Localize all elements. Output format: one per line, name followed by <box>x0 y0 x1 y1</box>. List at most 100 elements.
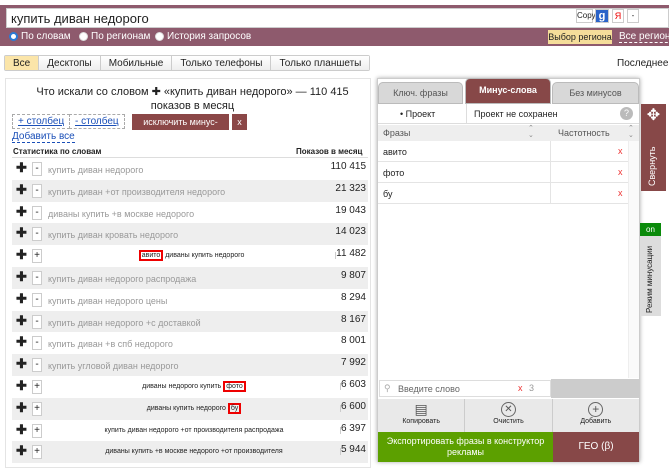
tab-tablets[interactable]: Только планшеты <box>271 56 370 70</box>
all-regions-link[interactable]: Все регионы <box>619 31 669 43</box>
minus-toggle-button[interactable]: - <box>32 227 42 242</box>
yandex-button[interactable]: Я <box>612 9 624 23</box>
column-frequency[interactable]: Частотность <box>558 128 610 138</box>
add-phrase-icon[interactable]: ✚ <box>16 183 28 196</box>
minus-mode-toggle[interactable]: on <box>640 223 661 236</box>
radio-by-words[interactable]: По словам <box>9 31 71 42</box>
plus-toggle-button[interactable]: + <box>32 380 42 394</box>
export-phrases-button[interactable]: Экспортировать фразы в конструктор рекла… <box>378 432 553 462</box>
table-row: ✚ - купить диван +от производителя недорог… <box>12 179 368 202</box>
geo-button[interactable]: ГЕО (β) <box>553 432 639 462</box>
minus-word-highlight: бу <box>227 402 242 414</box>
minus-toggle-button[interactable]: - <box>32 162 42 176</box>
tab-key-phrases[interactable]: Ключ. фразы <box>378 82 463 104</box>
sort-icon[interactable]: ⌃ ⌄ <box>628 125 634 139</box>
column-phrases[interactable]: Фразы <box>383 128 410 138</box>
plus-toggle-button[interactable]: + <box>32 445 42 460</box>
minus-word[interactable]: авито <box>383 147 407 157</box>
add-phrase-icon[interactable]: ✚ <box>16 335 28 348</box>
minus-toggle-button[interactable]: - <box>32 271 42 285</box>
phrase-text[interactable]: диваны купить +в москве недорого +от про… <box>48 448 341 456</box>
plus-toggle-button[interactable]: + <box>32 423 42 438</box>
add-phrase-icon[interactable]: ✚ <box>16 423 28 436</box>
sort-icon[interactable]: ⌃ ⌄ <box>528 125 534 139</box>
add-circle-icon: + <box>588 402 604 417</box>
minus-toggle-button[interactable]: - <box>32 336 42 351</box>
phrase-text[interactable]: купить угловой диван недорого <box>48 361 341 371</box>
tab-phones[interactable]: Только телефоны <box>172 56 272 70</box>
add-phrase-icon[interactable]: ✚ <box>16 379 28 392</box>
add-phrase-icon[interactable]: ✚ <box>16 444 28 457</box>
add-phrase-icon[interactable]: ✚ <box>16 292 28 305</box>
minus-toggle-button[interactable]: - <box>32 183 42 198</box>
add-phrase-icon[interactable]: ✚ <box>16 161 28 174</box>
add-phrase-icon[interactable]: ✚ <box>16 248 28 261</box>
phrase-text[interactable]: диваны недорого купить фото <box>48 381 341 392</box>
copy-button[interactable]: Copy <box>576 9 596 23</box>
phrase-text[interactable]: купить диван недорого распродажа <box>48 274 341 284</box>
table-row: ✚ - купить диван +в спб недорого 8 001 <box>12 332 368 354</box>
minus-toggle-button[interactable]: - <box>32 292 42 307</box>
project-dropdown[interactable]: • Проект <box>400 109 435 119</box>
scrollbar[interactable] <box>628 141 639 378</box>
word-search-input[interactable]: ⚲ Введите слово x 3 <box>379 380 551 397</box>
clear-words-button[interactable]: ✕ Очистить <box>465 399 553 432</box>
add-phrase-icon[interactable]: ✚ <box>16 226 28 239</box>
radio-by-regions[interactable]: По регионам <box>79 31 150 42</box>
add-phrase-icon[interactable]: ✚ <box>16 205 28 218</box>
device-tabs: Все Десктопы Мобильные Только телефоны Т… <box>4 55 371 71</box>
remove-column-button[interactable]: - столбец <box>69 114 125 129</box>
search-input[interactable]: купить диван недорого <box>6 8 669 28</box>
plus-toggle-button[interactable]: + <box>32 249 42 264</box>
delete-icon[interactable]: x <box>618 167 623 177</box>
google-button[interactable]: g <box>595 9 609 23</box>
add-phrase-icon[interactable]: ✚ <box>16 314 28 327</box>
minus-toggle-button[interactable]: - <box>32 358 42 373</box>
table-row: ✚ - купить диван недорого +с доставкой 8 16… <box>12 310 368 333</box>
radio-history[interactable]: История запросов <box>155 31 251 42</box>
phrase-text[interactable]: купить диван +от производителя недорого <box>48 187 335 197</box>
add-phrase-icon[interactable]: ✚ <box>16 270 28 283</box>
last-updated: Последнее о <box>617 58 669 69</box>
shows-count: 7 992 <box>340 357 366 369</box>
minus-button[interactable]: - <box>627 9 639 23</box>
tab-all[interactable]: Все <box>5 56 40 70</box>
phrase-text[interactable]: купить диван недорого +с доставкой <box>48 318 341 328</box>
minus-toggle-button[interactable]: - <box>32 314 42 329</box>
table-row: ✚ + диваны недорого купить фото 6 603 <box>12 376 368 398</box>
delete-icon[interactable]: x <box>618 146 623 156</box>
shows-count: 5 944 <box>340 444 366 456</box>
phrase-text[interactable]: купить диван недорого <box>48 165 331 175</box>
tab-no-minus[interactable]: Без минусов <box>552 82 639 104</box>
minus-word[interactable]: фото <box>383 168 404 178</box>
phrase-text[interactable]: диваны купить недорого бу <box>48 402 341 414</box>
phrase-text[interactable]: купить диван +в спб недорого <box>48 339 341 349</box>
document-icon: ▤ <box>414 401 428 417</box>
collapse-button[interactable]: Свернуть <box>641 128 666 191</box>
add-words-button[interactable]: + Добавить <box>553 399 639 432</box>
tab-mobile[interactable]: Мобильные <box>100 56 173 70</box>
phrase-text[interactable]: купить диван кровать недорого <box>48 230 335 240</box>
clear-icon[interactable]: x <box>518 383 523 393</box>
tab-desktops[interactable]: Десктопы <box>39 56 101 70</box>
close-button[interactable]: x <box>232 114 247 130</box>
help-icon[interactable]: ? <box>620 107 633 120</box>
phrase-text[interactable]: купить диван недорого цены <box>48 296 341 306</box>
add-column-button[interactable]: + столбец <box>12 114 71 129</box>
phrase-text[interactable]: диваны купить +в москве недорого <box>48 209 335 219</box>
minus-toggle-button[interactable]: - <box>32 205 42 220</box>
move-icon[interactable]: ✥ <box>641 104 666 128</box>
tab-minus-words[interactable]: Минус-слова <box>465 78 551 104</box>
region-button[interactable]: Выбор региона <box>548 30 612 44</box>
phrase-text[interactable]: купить диван недорого +от производителя … <box>48 426 341 434</box>
delete-icon[interactable]: x <box>618 188 623 198</box>
plus-toggle-button[interactable]: + <box>32 401 42 416</box>
add-phrase-icon[interactable]: ✚ <box>16 357 28 370</box>
phrase-text[interactable]: авито диваны купить недорого <box>48 250 337 262</box>
add-phrase-icon[interactable]: ✚ <box>16 401 28 414</box>
add-all-link[interactable]: Добавить все <box>12 131 75 143</box>
exclude-minus-words-button[interactable]: исключить минус-слова <box>132 114 229 143</box>
minus-word[interactable]: бу <box>383 189 392 199</box>
table-row: ✚ - купить диван кровать недорого 14 023 <box>12 223 368 246</box>
copy-words-button[interactable]: ▤ Копировать <box>378 399 466 432</box>
